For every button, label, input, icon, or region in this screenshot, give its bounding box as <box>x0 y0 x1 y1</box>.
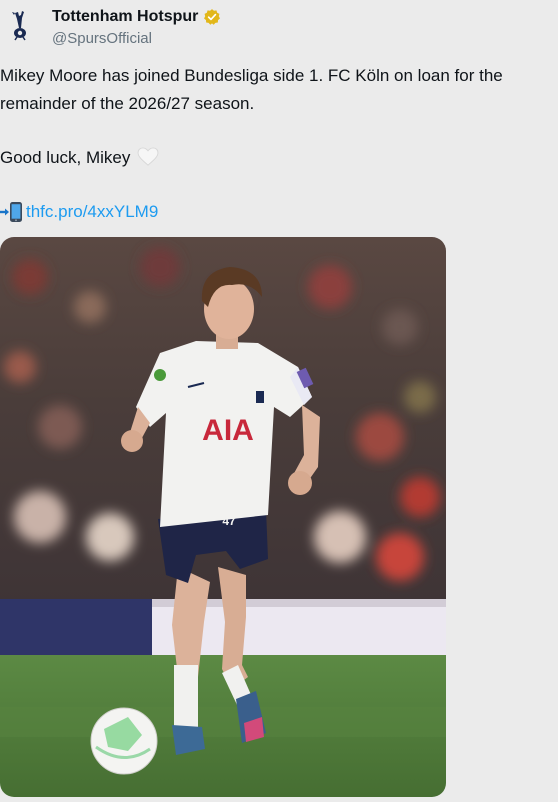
sign-off-line: Good luck, Mikey <box>0 144 558 172</box>
author-handle[interactable]: @SpursOfficial <box>52 30 152 47</box>
tweet-header: Tottenham Hotspur @SpursOfficial <box>0 0 558 60</box>
avatar[interactable] <box>2 6 38 42</box>
football <box>90 707 158 775</box>
author-name-row[interactable]: Tottenham Hotspur <box>52 6 221 28</box>
tweet-text-line-2: remainder of the 2026/27 season. <box>0 94 255 113</box>
tweet-body: Mikey Moore has joined Bundesliga side 1… <box>0 62 558 226</box>
player-photo: AIA 47 <box>0 237 446 797</box>
ad-board-left <box>0 599 152 657</box>
tweet-media-photo[interactable]: AIA 47 <box>0 237 446 797</box>
link-line: thfc.pro/4xxYLM9 <box>0 198 558 226</box>
shorts-number: 47 <box>222 514 236 528</box>
mobile-phone-arrow-icon <box>0 202 22 222</box>
spurs-cockerel-icon <box>12 11 26 41</box>
tweet-link[interactable]: thfc.pro/4xxYLM9 <box>26 198 158 226</box>
white-heart-icon <box>137 147 159 166</box>
author-display-name[interactable]: Tottenham Hotspur <box>52 8 198 26</box>
gold-verified-icon <box>204 9 221 25</box>
shirt-sponsor: AIA <box>202 414 254 447</box>
tweet-text-line-1: Mikey Moore has joined Bundesliga side 1… <box>0 66 503 85</box>
sign-off-text: Good luck, Mikey <box>0 148 131 167</box>
